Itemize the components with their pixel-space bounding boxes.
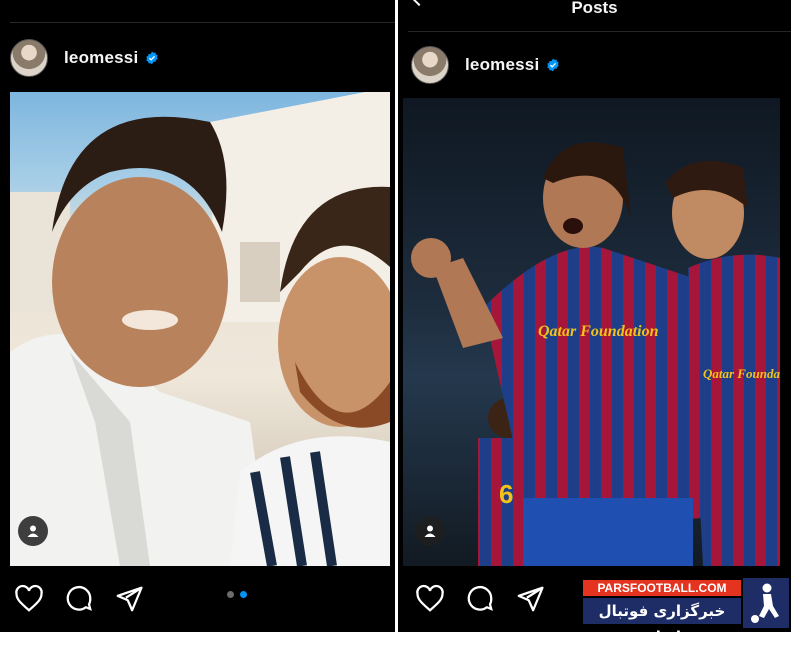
- post-actions: [14, 584, 144, 614]
- verified-badge-icon: [547, 58, 560, 72]
- jersey-sponsor: Qatar Foundation: [703, 366, 780, 381]
- jersey-number: 6: [499, 479, 513, 509]
- celebration-photo-illustration: 6 Qatar Foundation Qatar Foundation: [411, 142, 780, 566]
- share-send-icon[interactable]: [114, 584, 144, 614]
- watermark-persian-text: خبرگزاری فوتبال ایران: [583, 598, 741, 646]
- comment-bubble-icon[interactable]: [465, 584, 495, 614]
- comment-bubble-icon[interactable]: [64, 584, 94, 614]
- parsfootball-watermark: PARSFOOTBALL.COM خبرگزاری فوتبال ایران: [583, 578, 791, 646]
- watermark-site: PARSFOOTBALL.COM: [583, 580, 741, 596]
- tagged-people-icon[interactable]: [18, 516, 48, 546]
- divider: [408, 31, 791, 32]
- avatar[interactable]: [10, 39, 48, 77]
- divider: [10, 22, 395, 23]
- post-actions: [415, 584, 545, 614]
- like-heart-icon[interactable]: [415, 584, 445, 614]
- post-header: leomessi: [411, 45, 560, 85]
- carousel-dots: [227, 591, 247, 598]
- selfie-photo-illustration: [10, 92, 390, 566]
- username[interactable]: leomessi: [64, 48, 138, 68]
- post-right: Posts leomessi 6 Qatar Foundation Qatar …: [398, 0, 791, 632]
- share-send-icon[interactable]: [515, 584, 545, 614]
- carousel-dot: [227, 591, 234, 598]
- tagged-people-icon[interactable]: [415, 516, 445, 546]
- avatar[interactable]: [411, 46, 449, 84]
- football-player-logo-icon: [743, 578, 789, 628]
- post-header: leomessi: [10, 38, 159, 78]
- carousel-dot-active: [240, 591, 247, 598]
- like-heart-icon[interactable]: [14, 584, 44, 614]
- post-photo[interactable]: 6 Qatar Foundation Qatar Foundation: [403, 98, 780, 566]
- page-title: Posts: [571, 0, 618, 17]
- post-left: leomessi: [0, 0, 395, 632]
- post-photo[interactable]: [10, 92, 390, 566]
- username[interactable]: leomessi: [465, 55, 539, 75]
- verified-badge-icon: [146, 51, 159, 65]
- jersey-sponsor: Qatar Foundation: [538, 323, 659, 340]
